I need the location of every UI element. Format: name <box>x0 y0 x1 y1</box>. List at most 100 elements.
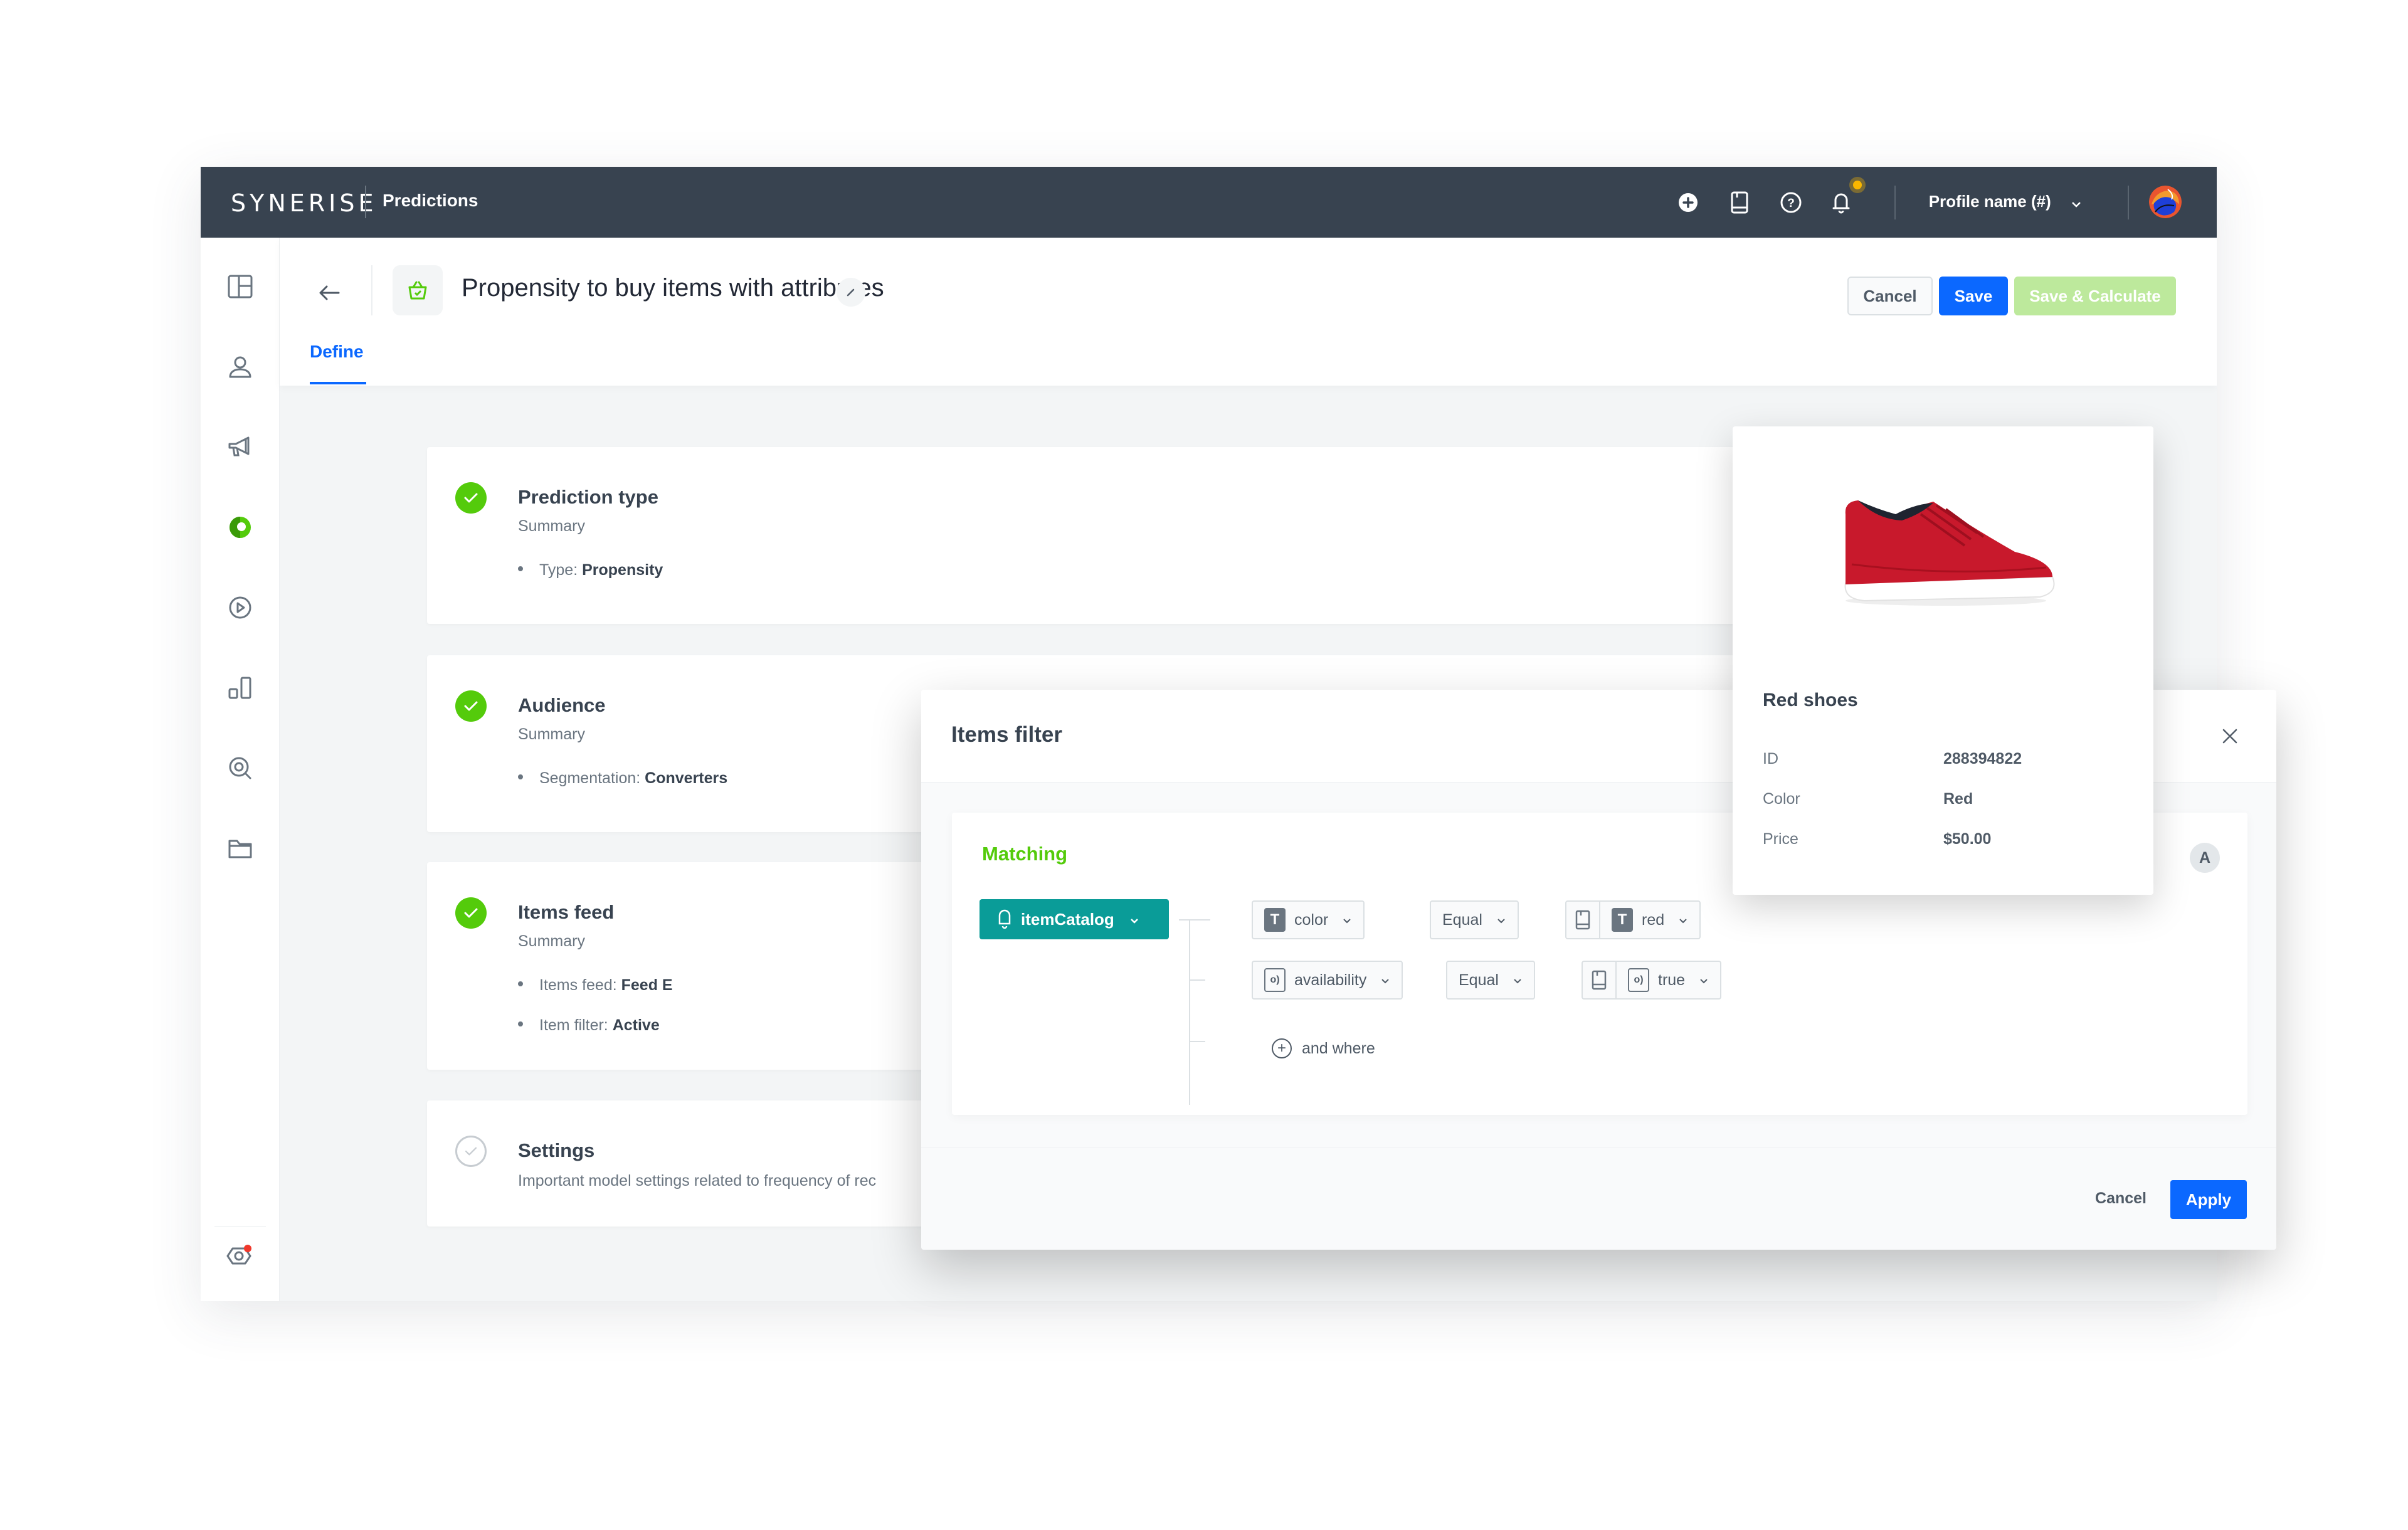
sidebar-item-settings[interactable] <box>225 1241 255 1271</box>
tree-connector <box>1189 919 1190 1105</box>
step-summary-item: Segmentation: Converters <box>518 769 727 788</box>
step-title: Settings <box>518 1139 595 1161</box>
boolean-type-icon: o) <box>1628 968 1649 992</box>
divider <box>371 265 372 315</box>
automation-icon <box>229 596 251 619</box>
value-selector[interactable]: Tred <box>1565 900 1701 939</box>
basket-icon <box>393 265 443 315</box>
help-icon[interactable]: ? <box>1779 191 1803 214</box>
close-icon <box>2222 729 2237 744</box>
operator-selector[interactable]: Equal <box>1430 900 1519 939</box>
chevron-down-icon <box>1129 910 1139 929</box>
sidebar-item-assets[interactable] <box>225 833 255 863</box>
product-image <box>1844 500 2055 606</box>
close-button[interactable] <box>2215 721 2245 751</box>
sidebar <box>201 238 280 1301</box>
sidebar-item-ai[interactable] <box>225 512 255 542</box>
step-subtitle: Summary <box>518 932 585 950</box>
book-icon[interactable] <box>1728 191 1751 214</box>
step-card-prediction-type[interactable]: Prediction type Summary Type: Propensity <box>427 447 1894 624</box>
text-type-icon: T <box>1264 908 1286 932</box>
divider <box>1894 186 1896 219</box>
dashboard-icon <box>228 275 253 298</box>
add-condition-button[interactable]: + and where <box>1272 1038 1375 1058</box>
product-preview-card: Red shoes ID 288394822 Color Red Price $50.… <box>1733 426 2153 895</box>
chevron-down-icon <box>2071 193 2082 213</box>
user-avatar-initial: A <box>2190 843 2220 873</box>
sidebar-item-analytics[interactable] <box>225 673 255 703</box>
active-tab-indicator <box>310 382 366 384</box>
divider <box>365 186 366 218</box>
sidebar-item-search[interactable] <box>225 753 255 783</box>
brand-logo[interactable]: SYNERISE <box>231 189 378 217</box>
top-bar-actions: ? Profile name (#) <box>1652 167 2217 238</box>
chevron-down-icon <box>1380 971 1390 989</box>
step-description: Important model settings related to freq… <box>518 1172 877 1190</box>
sidebar-item-profiles[interactable] <box>225 352 255 382</box>
matching-label: Matching <box>982 843 1068 865</box>
value-selector[interactable]: o) true <box>1582 961 1722 1000</box>
chevron-down-icon <box>1699 971 1709 989</box>
operator-selector[interactable]: Equal <box>1446 961 1535 1000</box>
search-icon <box>229 757 251 779</box>
profile-name: Profile name (#) <box>1928 192 2051 211</box>
top-bar: SYNERISE Predictions ? Profile name (#) <box>201 167 2217 238</box>
step-complete-icon <box>455 690 487 722</box>
text-type-icon: T <box>1612 908 1633 932</box>
assets-folder-icon <box>228 840 252 858</box>
apply-button[interactable]: Apply <box>2170 1180 2247 1219</box>
step-subtitle: Summary <box>518 517 585 535</box>
step-summary-item: Type: Propensity <box>518 561 663 579</box>
boolean-type-icon: o) <box>1264 968 1286 992</box>
sidebar-item-dashboard[interactable] <box>225 272 255 302</box>
profile-selector[interactable]: Profile name (#) <box>1929 192 2082 213</box>
attribute-selector[interactable]: Tcolor <box>1252 900 1365 939</box>
arrow-left-icon <box>319 285 340 300</box>
step-complete-icon <box>455 897 487 929</box>
step-title: Audience <box>518 694 606 716</box>
step-complete-icon <box>455 482 487 514</box>
step-summary-item: Items feed: Feed E <box>518 976 673 994</box>
modal-cancel-button[interactable]: Cancel <box>2095 1190 2147 1208</box>
step-title: Items feed <box>518 901 615 923</box>
catalog-selector[interactable]: itemCatalog <box>980 899 1169 939</box>
attribute-selector[interactable]: o) availability <box>1252 961 1403 1000</box>
divider <box>2128 186 2129 219</box>
tree-connector <box>1189 979 1205 981</box>
sidebar-item-automation[interactable] <box>225 593 255 623</box>
chevron-down-icon <box>1342 911 1352 929</box>
pencil-icon <box>847 288 855 297</box>
profiles-icon <box>229 356 251 378</box>
page-title: Propensity to buy items with attributes <box>462 274 884 302</box>
modal-title: Items filter <box>951 722 1062 747</box>
bell-icon <box>998 909 1011 929</box>
edit-title-button[interactable] <box>837 278 865 307</box>
chevron-down-icon <box>1496 911 1506 929</box>
ai-predictions-icon <box>230 517 251 538</box>
settings-icon <box>226 1245 251 1265</box>
user-avatar[interactable] <box>2149 186 2182 218</box>
back-button[interactable] <box>314 278 344 308</box>
cancel-button[interactable]: Cancel <box>1847 277 1933 315</box>
module-name: Predictions <box>383 191 478 210</box>
sidebar-item-campaigns[interactable] <box>225 432 255 462</box>
analytics-icon <box>228 677 251 699</box>
product-name: Red shoes <box>1763 690 1858 710</box>
save-and-calculate-button[interactable]: Save & Calculate <box>2014 277 2176 315</box>
save-button[interactable]: Save <box>1939 277 2008 315</box>
book-icon[interactable] <box>1583 962 1615 998</box>
bell-icon[interactable] <box>1829 191 1853 214</box>
step-incomplete-icon <box>455 1136 487 1167</box>
modal-footer: Cancel Apply <box>921 1148 2276 1250</box>
step-summary-item: Item filter: Active <box>518 1016 660 1035</box>
page-header: Propensity to buy items with attributes … <box>280 238 2217 386</box>
add-circle-icon: + <box>1272 1038 1292 1058</box>
tree-connector <box>1189 1041 1205 1042</box>
tab-define[interactable]: Define <box>310 342 364 362</box>
book-icon[interactable] <box>1566 902 1599 938</box>
step-title: Prediction type <box>518 486 658 508</box>
tree-connector <box>1179 919 1210 921</box>
add-circle-icon[interactable] <box>1676 191 1700 214</box>
campaigns-icon <box>228 436 250 456</box>
chevron-down-icon <box>1678 911 1688 929</box>
